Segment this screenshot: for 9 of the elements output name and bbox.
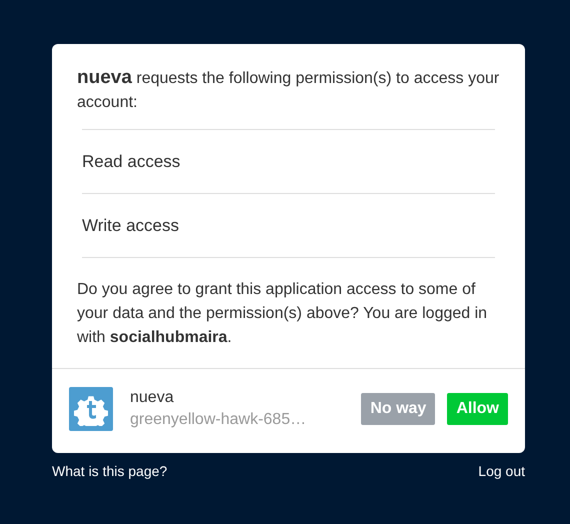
request-text: nueva requests the following permission(s) to access your account: [77, 66, 500, 113]
app-id: greenyellow-hawk-685… [130, 411, 308, 429]
permission-label: Write access [82, 216, 179, 236]
logout-link[interactable]: Log out [478, 463, 525, 479]
help-link[interactable]: What is this page? [52, 463, 168, 479]
app-name: nueva [130, 389, 175, 407]
consent-text: Do you agree to grant this application access to some of your data and the permission(s) above? You are logged in with socialhubmaira. [77, 280, 488, 348]
app-logo-icon [69, 387, 113, 431]
permission-label: Read access [82, 152, 180, 172]
